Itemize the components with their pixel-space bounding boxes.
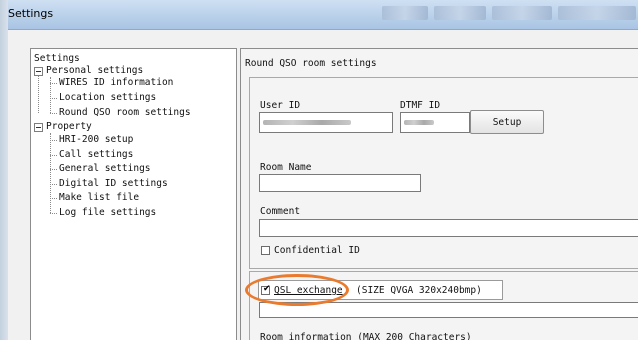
tree-item-digital-id[interactable]: Digital ID settings bbox=[59, 178, 168, 190]
room-information-label: Room information (MAX 200 Characters) bbox=[260, 332, 472, 340]
tree-item-round-qso[interactable]: Round QSO room settings bbox=[59, 107, 191, 119]
user-id-redacted bbox=[263, 120, 351, 125]
panel-title: Round QSO room settings bbox=[245, 58, 377, 69]
confidential-id-label: Confidential ID bbox=[274, 245, 360, 256]
setup-button[interactable]: Setup bbox=[470, 110, 544, 134]
title-bar-blur-3 bbox=[492, 6, 552, 20]
settings-tree[interactable]: Settings Personal settings WIRES ID info… bbox=[30, 48, 237, 340]
tree-item-wires-id[interactable]: WIRES ID information bbox=[59, 77, 173, 89]
window-title: Settings bbox=[8, 7, 54, 20]
collapse-icon[interactable] bbox=[34, 67, 43, 76]
tree-item-property[interactable]: Property bbox=[46, 121, 92, 133]
room-name-input[interactable] bbox=[259, 174, 421, 192]
user-id-field[interactable] bbox=[259, 112, 393, 133]
tree-item-call-settings[interactable]: Call settings bbox=[59, 149, 133, 161]
title-bar-blur-4 bbox=[558, 6, 636, 20]
title-bar-blur-1 bbox=[382, 6, 428, 20]
tree-item-general-settings[interactable]: General settings bbox=[59, 163, 151, 175]
settings-window: Settings Settings Personal settings WIRE… bbox=[0, 0, 638, 340]
tree-item-make-list[interactable]: Make list file bbox=[59, 192, 139, 204]
comment-label: Comment bbox=[260, 206, 301, 217]
dtmf-id-redacted bbox=[404, 120, 434, 125]
tree-connector bbox=[50, 155, 57, 156]
comment-input[interactable] bbox=[259, 219, 638, 237]
dtmf-id-label: DTMF ID bbox=[400, 100, 441, 111]
tree-item-location[interactable]: Location settings bbox=[59, 92, 156, 104]
tree-item-hri-200[interactable]: HRI-200 setup bbox=[59, 134, 133, 146]
qsl-size-note: (SIZE QVGA 320x240bmp) bbox=[356, 285, 482, 296]
tree-connector bbox=[50, 169, 57, 170]
title-bar-blur-2 bbox=[434, 6, 486, 20]
tree-connector bbox=[50, 113, 57, 114]
tree-root-settings[interactable]: Settings bbox=[34, 53, 80, 65]
tree-connector bbox=[50, 83, 57, 84]
dtmf-id-field[interactable] bbox=[400, 112, 470, 133]
collapse-icon[interactable] bbox=[34, 123, 43, 132]
room-settings-group: User ID DTMF ID Setup Room Name Comment … bbox=[249, 77, 638, 269]
tree-connector bbox=[50, 140, 57, 141]
tree-connector bbox=[50, 98, 57, 99]
tree-connector bbox=[50, 133, 51, 213]
tree-connector bbox=[50, 198, 57, 199]
window-left-edge bbox=[0, 0, 8, 340]
room-name-label: Room Name bbox=[260, 162, 312, 173]
confidential-id-checkbox[interactable] bbox=[261, 246, 270, 255]
title-bar[interactable]: Settings bbox=[0, 0, 638, 30]
user-id-label: User ID bbox=[260, 100, 301, 111]
tree-connector bbox=[50, 184, 57, 185]
qsl-highlight-circle bbox=[245, 274, 349, 306]
tree-item-log-file[interactable]: Log file settings bbox=[59, 207, 156, 219]
tree-connector bbox=[50, 213, 57, 214]
tree-item-personal-settings[interactable]: Personal settings bbox=[46, 65, 143, 77]
round-qso-settings-panel: Round QSO room settings User ID DTMF ID … bbox=[240, 48, 638, 340]
